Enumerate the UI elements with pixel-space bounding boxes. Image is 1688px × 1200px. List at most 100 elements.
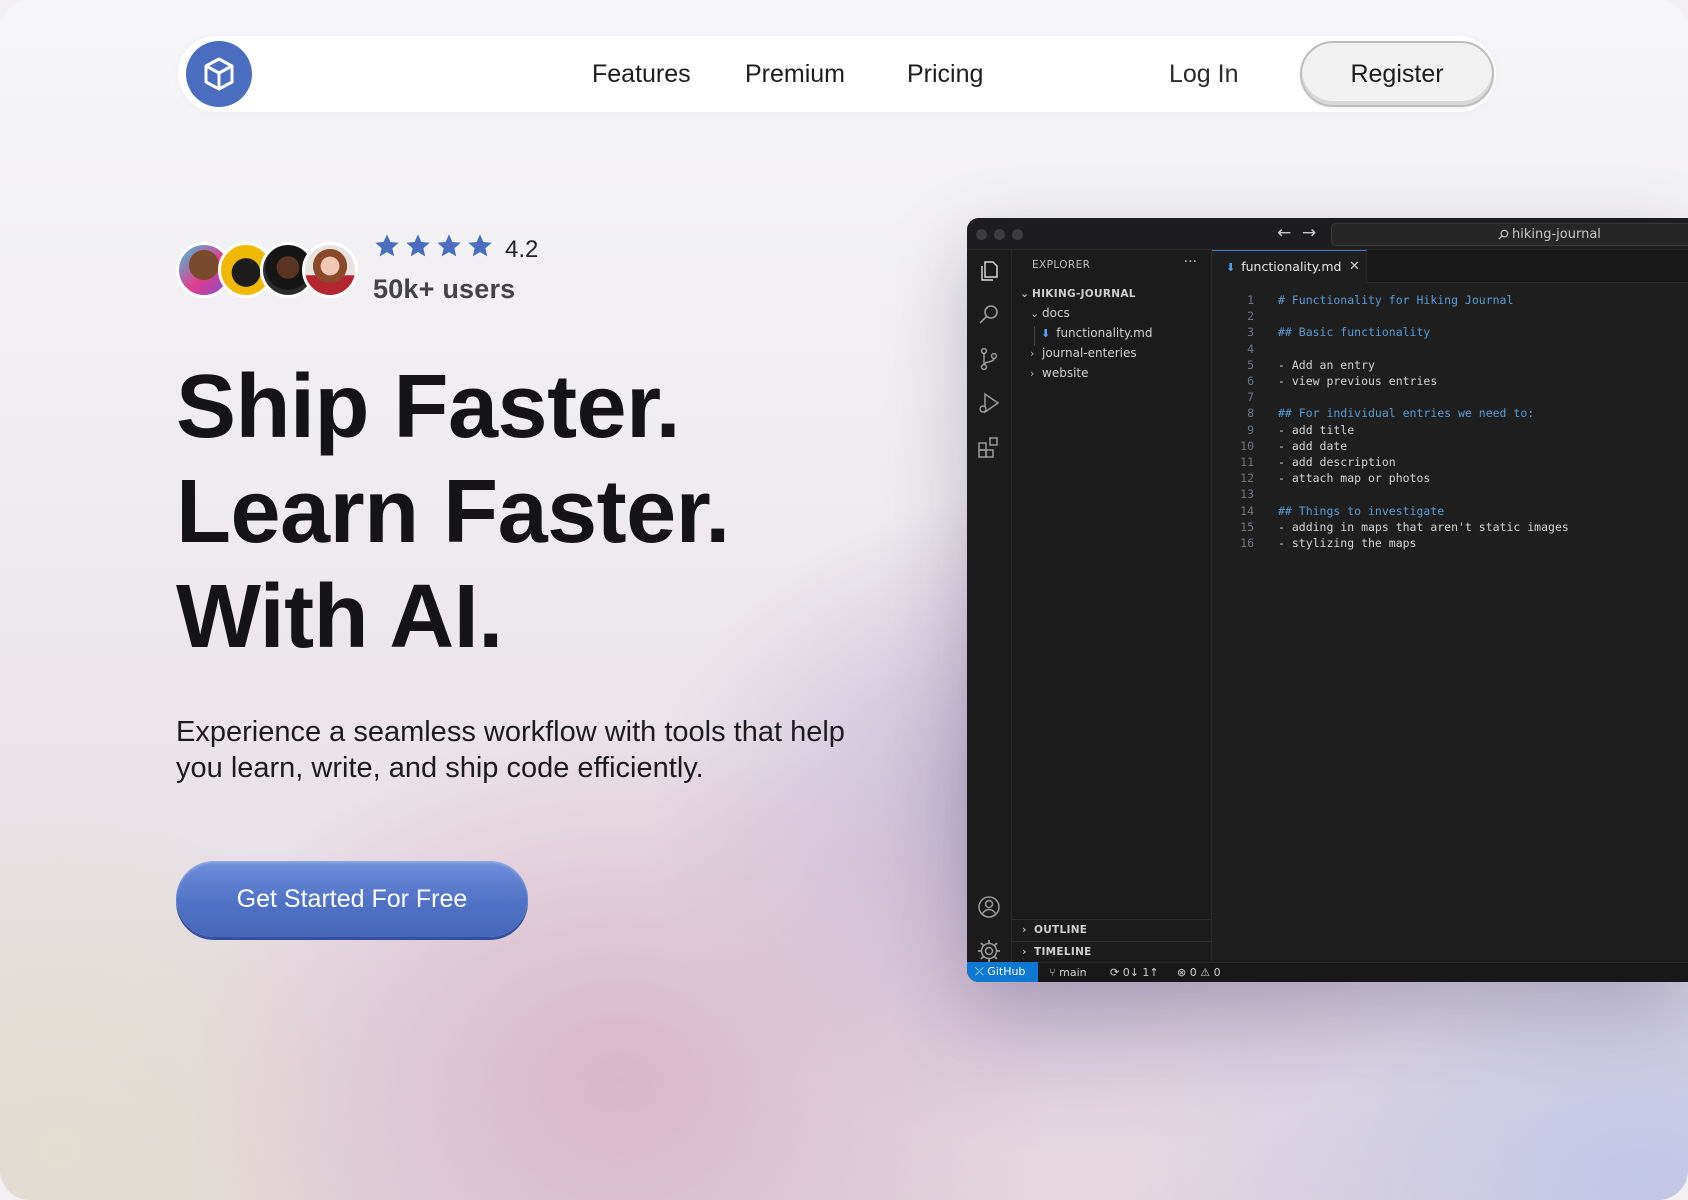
search-icon[interactable] xyxy=(976,302,1002,328)
user-count: 50k+ users xyxy=(373,274,516,304)
source-control-icon[interactable] xyxy=(976,346,1002,372)
minimize-window-dot[interactable] xyxy=(994,229,1005,240)
line-number: 15 xyxy=(1240,519,1254,534)
line-text: - add date xyxy=(1278,438,1348,453)
register-button[interactable]: Register xyxy=(1300,41,1494,107)
nav-link-pricing[interactable]: Pricing xyxy=(907,36,983,112)
code-line: 9 - add title xyxy=(1212,422,1354,439)
tree-label: docs xyxy=(1042,306,1070,320)
warning-count: 0 xyxy=(1213,966,1221,979)
line-text: - adding in maps that aren't static imag… xyxy=(1278,519,1569,534)
back-arrow-icon[interactable]: ← xyxy=(1277,223,1291,243)
line-number: 6 xyxy=(1247,374,1254,388)
sync-label: 0↓ 1↑ xyxy=(1122,966,1159,979)
line-text: ## Basic functionality xyxy=(1278,325,1431,340)
line-number: 7 xyxy=(1247,390,1254,405)
tree-file-functionality[interactable]: ⬇ functionality.md xyxy=(1041,326,1152,340)
line-text: ## For individual entries we need to: xyxy=(1278,406,1535,421)
maximize-window-dot[interactable] xyxy=(1012,229,1023,240)
line-text: - add description xyxy=(1278,455,1396,469)
code-line: 1 # Functionality for Hiking Journal xyxy=(1212,292,1513,309)
code-line: 3 ## Basic functionality xyxy=(1212,324,1430,341)
tree-label: website xyxy=(1042,366,1089,380)
indent-guide xyxy=(1034,326,1035,346)
tree-folder-docs[interactable]: ⌄ docs xyxy=(1030,306,1070,320)
search-icon xyxy=(1498,229,1509,240)
line-number: 10 xyxy=(1240,438,1254,453)
editor-tabbar: ⬇ functionality.md ✕ xyxy=(1212,250,1688,283)
remote-icon: ⤫ xyxy=(975,965,988,978)
error-icon: ⊗ xyxy=(1177,966,1190,979)
line-number: 13 xyxy=(1240,487,1254,502)
explorer-title: EXPLORER xyxy=(1032,259,1091,271)
headline-line: Ship Faster. xyxy=(176,357,681,457)
line-text: - view previous entries xyxy=(1278,374,1438,388)
cube-icon xyxy=(204,57,234,91)
chevron-down-icon: ⌄ xyxy=(1030,307,1040,320)
star-icon xyxy=(468,234,492,257)
line-number: 2 xyxy=(1247,309,1254,324)
sync-indicator[interactable]: ⟳ 0↓ 1↑ xyxy=(1110,963,1159,982)
more-actions-icon[interactable]: ··· xyxy=(1184,254,1197,270)
search-label: hiking-journal xyxy=(1512,227,1601,242)
tree-folder-website[interactable]: › website xyxy=(1030,366,1089,380)
code-line: 7 xyxy=(1212,389,1278,406)
explorer-sidebar: EXPLORER ··· ⌄ HIKING-JOURNAL ⌄ docs ⬇ func… xyxy=(1012,250,1212,962)
forward-arrow-icon[interactable]: → xyxy=(1302,223,1316,243)
logo[interactable] xyxy=(186,41,252,107)
tab-label: functionality.md xyxy=(1241,259,1342,274)
remote-indicator[interactable]: ⤫ GitHub xyxy=(967,962,1038,982)
code-line: 10 - add date xyxy=(1212,438,1347,455)
code-line: 13 xyxy=(1212,486,1278,503)
branch-label: main xyxy=(1059,966,1087,979)
nav-link-premium[interactable]: Premium xyxy=(745,36,845,112)
code-line: 5 - Add an entry xyxy=(1212,357,1375,374)
activity-bar xyxy=(967,250,1012,962)
tree-folder-journal[interactable]: › journal-enteries xyxy=(1030,346,1137,360)
timeline-section[interactable]: › TIMELINE xyxy=(1012,941,1212,963)
project-folder-label: HIKING-JOURNAL xyxy=(1032,288,1136,300)
files-icon[interactable] xyxy=(976,258,1002,284)
line-number: 8 xyxy=(1247,406,1254,421)
code-area[interactable]: 1 # Functionality for Hiking Journal 2 3 ## … xyxy=(1212,283,1688,962)
hero-headline: Ship Faster. Learn Faster. With AI. xyxy=(176,355,976,670)
user-avatars xyxy=(176,242,358,298)
nav-link-features[interactable]: Features xyxy=(592,36,691,112)
chevron-right-icon: › xyxy=(1030,347,1035,360)
code-line: 6 - view previous entries xyxy=(1212,373,1437,390)
login-link[interactable]: Log In xyxy=(1169,36,1239,112)
chevron-down-icon: ⌄ xyxy=(1020,287,1030,300)
project-folder[interactable]: ⌄ HIKING-JOURNAL xyxy=(1020,287,1136,300)
run-debug-icon[interactable] xyxy=(976,390,1002,416)
line-text: # Functionality for Hiking Journal xyxy=(1278,293,1514,307)
extensions-icon[interactable] xyxy=(976,434,1002,460)
close-window-dot[interactable] xyxy=(976,229,987,240)
star-icon xyxy=(375,234,399,257)
command-search[interactable]: hiking-journal xyxy=(1331,223,1688,246)
code-line: 15 - adding in maps that aren't static im… xyxy=(1212,519,1569,536)
close-icon[interactable]: ✕ xyxy=(1349,251,1360,282)
get-started-button[interactable]: Get Started For Free xyxy=(176,861,528,937)
line-text: - stylizing the maps xyxy=(1278,536,1417,550)
settings-icon[interactable] xyxy=(976,938,1002,964)
status-bar: ⤫ GitHub ⑂ main ⟳ 0↓ 1↑ ⊗ 0 ⚠ 0 xyxy=(967,962,1688,982)
tree-label: functionality.md xyxy=(1056,326,1153,340)
top-navbar: Features Premium Pricing Log In Register xyxy=(178,36,1496,112)
code-line: 11 - add description xyxy=(1212,454,1396,471)
branch-indicator[interactable]: ⑂ main xyxy=(1049,963,1087,982)
line-number: 12 xyxy=(1240,471,1254,486)
account-icon[interactable] xyxy=(976,894,1002,920)
star-icon xyxy=(437,234,461,257)
branch-icon: ⑂ xyxy=(1049,966,1060,979)
outline-section[interactable]: › OUTLINE xyxy=(1012,919,1212,941)
line-text: - add title xyxy=(1278,422,1355,437)
markdown-icon: ⬇ xyxy=(1226,261,1236,274)
line-text: - attach map or photos xyxy=(1278,471,1431,486)
tab-functionality-md[interactable]: ⬇ functionality.md ✕ xyxy=(1212,250,1367,283)
line-number: 14 xyxy=(1240,503,1254,518)
chevron-right-icon: › xyxy=(1022,923,1027,936)
problems-indicator[interactable]: ⊗ 0 ⚠ 0 xyxy=(1177,963,1221,982)
error-count: 0 xyxy=(1189,966,1197,979)
timeline-label: TIMELINE xyxy=(1034,946,1092,958)
line-number: 11 xyxy=(1240,455,1254,469)
